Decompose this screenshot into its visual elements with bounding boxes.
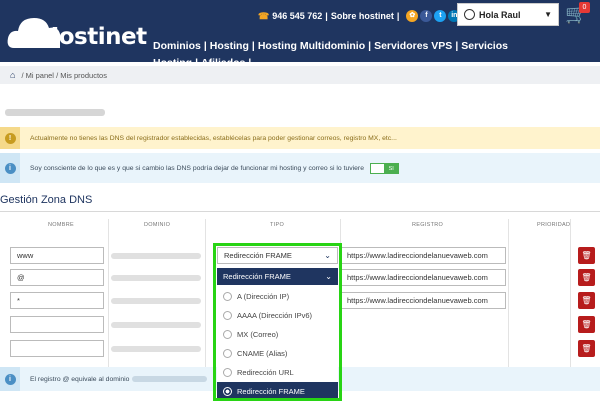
- nombre-input[interactable]: [10, 340, 104, 357]
- top-bar: ☎ 946 545 762 | Sobre hostinet | ✿ f t i…: [258, 8, 476, 24]
- registro-info-message: El registro @ equivale al dominio: [20, 375, 208, 383]
- highlight-frame: [213, 243, 342, 401]
- delete-button[interactable]: 🗑: [578, 292, 595, 309]
- blurred-domain: [111, 275, 201, 281]
- blurred-domain: [111, 253, 201, 259]
- nombre-input[interactable]: www: [10, 247, 104, 264]
- nav-servidores-vps[interactable]: Servidores VPS: [374, 40, 452, 52]
- confirm-message: Soy consciente de lo que es y que si cam…: [30, 164, 364, 172]
- blurred-domain: [111, 322, 201, 328]
- blurred-domain: [111, 298, 201, 304]
- header-dominio: DOMINIO: [144, 222, 171, 228]
- warning-message: Actualmente no tienes las DNS del regist…: [30, 134, 397, 142]
- delete-button[interactable]: 🗑: [578, 316, 595, 333]
- warning-icon: !: [4, 132, 16, 144]
- header-prioridad: PRIORIDAD: [537, 222, 571, 228]
- site-header: Hostinet ☎ 946 545 762 | Sobre hostinet …: [0, 0, 600, 86]
- blurred-email: [5, 109, 105, 116]
- delete-button[interactable]: 🗑: [578, 247, 595, 264]
- header-registro: REGISTRO: [412, 222, 444, 228]
- nav-hosting[interactable]: Hosting: [210, 40, 249, 52]
- warning-alert: ! Actualmente no tienes las DNS del regi…: [0, 127, 600, 149]
- section-title: Gestión Zona DNS: [0, 194, 93, 206]
- confirm-alert: i Soy consciente de lo que es y que si c…: [0, 153, 600, 183]
- nav-hosting-multidominio[interactable]: Hosting Multidominio: [258, 40, 365, 52]
- blurred-domain: [111, 346, 201, 352]
- info-icon: i: [4, 162, 16, 174]
- breadcrumb-mis-productos[interactable]: Mis productos: [60, 71, 107, 80]
- facebook-icon[interactable]: f: [420, 10, 433, 22]
- user-icon: [464, 9, 475, 20]
- breadcrumb: ⌂ / Mi panel / Mis productos: [0, 66, 600, 84]
- registro-input[interactable]: https://www.ladirecciondelanuevaweb.com: [341, 269, 506, 286]
- home-icon[interactable]: ⌂: [10, 70, 15, 80]
- settings-icon[interactable]: ✿: [406, 10, 419, 22]
- info-icon: i: [4, 373, 16, 385]
- phone-icon: ☎: [258, 10, 270, 21]
- delete-button[interactable]: 🗑: [578, 269, 595, 286]
- cart-count-badge: 0: [579, 2, 590, 13]
- nombre-input[interactable]: *: [10, 292, 104, 309]
- logo-text[interactable]: Hostinet: [40, 24, 147, 50]
- breadcrumb-mi-panel[interactable]: Mi panel: [26, 71, 54, 80]
- nav-dominios[interactable]: Dominios: [153, 40, 201, 52]
- nombre-input[interactable]: [10, 316, 104, 333]
- user-greeting: Hola Raul: [479, 9, 521, 20]
- header-nombre: NOMBRE: [48, 222, 74, 228]
- blurred-domain: [132, 375, 208, 382]
- user-menu[interactable]: Hola Raul ▼: [457, 3, 559, 26]
- caret-down-icon: ▼: [544, 10, 552, 19]
- nombre-input[interactable]: @: [10, 269, 104, 286]
- registro-input[interactable]: https://www.ladirecciondelanuevaweb.com: [341, 292, 506, 309]
- registro-input[interactable]: https://www.ladirecciondelanuevaweb.com: [341, 247, 506, 264]
- twitter-icon[interactable]: t: [434, 10, 447, 22]
- delete-button[interactable]: 🗑: [578, 340, 595, 357]
- toggle-label: SI: [384, 163, 398, 173]
- phone-number[interactable]: 946 545 762: [272, 11, 322, 21]
- about-link[interactable]: Sobre hostinet: [331, 11, 394, 21]
- confirm-toggle[interactable]: SI: [369, 162, 399, 174]
- header-tipo: TIPO: [270, 222, 285, 228]
